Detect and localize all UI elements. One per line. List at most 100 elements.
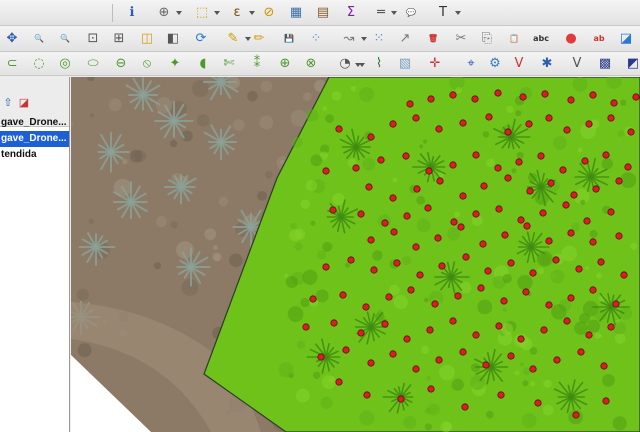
python-console-button[interactable]: V (568, 55, 586, 73)
zoom-full-button[interactable]: ⊡ (84, 30, 102, 48)
merge-selected-button[interactable]: ⊕ (276, 55, 294, 73)
rotate-point-button[interactable]: ◔ (336, 55, 354, 73)
agave-point-marker (562, 201, 570, 209)
raster-info-button[interactable]: ◩ (624, 55, 640, 73)
map-tips-button[interactable]: 💬 (402, 4, 420, 22)
toggle-editing-button[interactable]: ✏ (250, 30, 268, 48)
node-tool-button[interactable]: ⁙ (370, 30, 388, 48)
label-pin-button[interactable]: ◪ (617, 30, 635, 48)
current-edits-button[interactable]: ✎ (224, 30, 242, 48)
zoom-last-button[interactable]: ◧ (164, 30, 182, 48)
advanced-digitize-button[interactable]: ⊂ (3, 55, 21, 73)
chevron-down-icon[interactable] (391, 11, 397, 15)
label-settings-button[interactable]: ab (590, 30, 608, 48)
refresh-button[interactable]: ⟳ (192, 30, 210, 48)
select-expression-button[interactable]: ε (228, 4, 246, 22)
chevron-down-icon[interactable] (359, 63, 365, 67)
zoom-in-button[interactable]: 🔍 (30, 30, 48, 48)
measure-line-button[interactable]: ═ (372, 4, 390, 22)
zoom-layer-button[interactable]: ◫ (138, 30, 156, 48)
pan-map-button[interactable]: ✥ (3, 30, 21, 48)
text-annotation-button[interactable]: T (434, 4, 452, 22)
grass-texture (501, 323, 514, 336)
agave-point-marker (403, 212, 411, 220)
add-part-button[interactable]: ◎ (56, 55, 74, 73)
statistical-summary-button[interactable]: Σ (342, 4, 360, 22)
checkerboard-button[interactable]: ▩ (596, 55, 614, 73)
field-calculator-button[interactable]: ▤ (314, 4, 332, 22)
split-parts-button[interactable]: ⁑ (248, 55, 266, 73)
agave-point-marker (553, 356, 561, 364)
soil-texture (247, 90, 258, 102)
chevron-down-icon[interactable] (176, 11, 182, 15)
simplify-feature-button[interactable]: ⌇ (370, 55, 388, 73)
merge-attributes-button[interactable]: ⊗ (302, 55, 320, 73)
processing-toolbox-button[interactable]: ⚙ (486, 55, 504, 73)
add-ring-button[interactable]: ◌ (30, 55, 48, 73)
map-canvas[interactable] (71, 77, 640, 432)
agave-point-marker (412, 114, 420, 122)
vector-field-button[interactable]: V (510, 55, 528, 73)
select-features-button[interactable]: ⬚ (193, 4, 211, 22)
chevron-down-icon[interactable] (455, 11, 461, 15)
paste-features-button[interactable]: 📋 (505, 30, 523, 48)
identify-features-button[interactable]: ℹ (123, 4, 141, 22)
main-toolbar-row-2: ✥ 🔍 🔍 ⊡ ⊞ ◫ ◧ ⟳ ✎ ✏ 💾 ⁘ ↝ ⁙ ↗ 🗑 ✂ ⎘ 📋 abc ● ab ◪ (0, 26, 640, 52)
grass-texture (517, 274, 533, 291)
label-tool-button[interactable]: abc (532, 30, 550, 48)
agave-point-marker (534, 399, 542, 407)
delete-ring-icon: ⊖ (115, 56, 127, 71)
agave-point-marker (589, 91, 597, 99)
expand-layers-icon[interactable]: ⇧ (2, 97, 14, 109)
layer-item[interactable]: gave_Drone... (0, 115, 69, 131)
agave-point-marker (397, 395, 405, 403)
layer-styling-button[interactable]: ● (562, 30, 580, 48)
soil-texture (260, 80, 273, 93)
agave-point-marker (504, 174, 512, 182)
zoom-out-button[interactable]: 🔍 (56, 30, 74, 48)
delete-part-button[interactable]: ⦸ (138, 55, 156, 73)
agave-point-marker (462, 253, 470, 261)
attribute-table-button[interactable]: ▦ (287, 4, 305, 22)
graphical-modeler-button[interactable]: ✱ (538, 55, 556, 73)
layer-item[interactable]: tendida (0, 147, 69, 163)
zoom-out-icon: 🔍 (60, 34, 70, 43)
agave-point-marker (529, 269, 537, 277)
grass-texture (313, 371, 321, 379)
cut-features-button[interactable]: ✂ (452, 30, 470, 48)
fill-ring-button[interactable]: ⬭ (84, 55, 102, 73)
save-edits-icon: 💾 (284, 34, 294, 43)
grass-texture (486, 158, 495, 168)
grass-texture (459, 281, 472, 294)
chevron-down-icon[interactable] (361, 37, 367, 41)
add-part-icon: ◎ (59, 56, 71, 71)
reshape-features-button[interactable]: ✦ (166, 55, 184, 73)
remove-layer-icon[interactable]: ◪ (18, 97, 30, 109)
georeferencer-button[interactable]: ⌖ (462, 55, 480, 73)
chevron-down-icon[interactable] (245, 37, 251, 41)
zoom-selection-button[interactable]: ⊞ (110, 30, 128, 48)
delete-selected-button[interactable]: 🗑 (424, 30, 442, 48)
grass-texture (572, 77, 588, 92)
agave-point-marker (581, 157, 589, 165)
soil-texture (212, 252, 222, 262)
copy-features-button[interactable]: ⎘ (478, 30, 496, 48)
split-features-button[interactable]: ✄ (220, 55, 238, 73)
agave-point-marker (339, 291, 347, 299)
snapping-button[interactable]: ✛ (426, 55, 444, 73)
zoom-actual-button[interactable]: ⊕ (155, 4, 173, 22)
chevron-down-icon[interactable] (249, 11, 255, 15)
digitize-button[interactable]: ↗ (396, 30, 414, 48)
offset-curve-button[interactable]: ◖ (194, 55, 212, 73)
chevron-down-icon[interactable] (214, 11, 220, 15)
agave-point-marker (479, 240, 487, 248)
move-feature-button[interactable]: ↝ (340, 30, 358, 48)
delete-ring-button[interactable]: ⊖ (112, 55, 130, 73)
digitize-shape-button[interactable]: ▧ (396, 55, 414, 73)
layer-item[interactable]: gave_Drone... (0, 131, 69, 147)
agave-point-marker (330, 319, 338, 327)
deselect-all-button[interactable]: ⊘ (260, 4, 278, 22)
add-feature-button[interactable]: ⁘ (307, 30, 325, 48)
save-edits-button[interactable]: 💾 (280, 30, 298, 48)
grass-texture (454, 211, 460, 218)
